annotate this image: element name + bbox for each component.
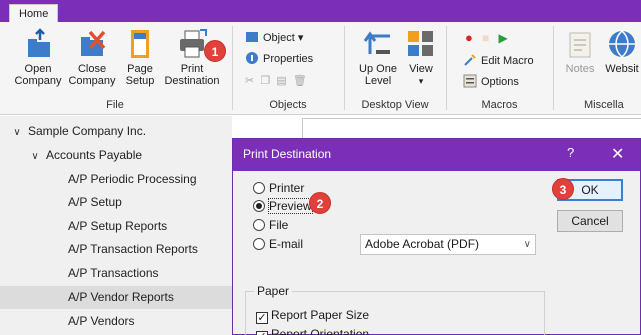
record-icon[interactable]: ●: [465, 30, 473, 45]
page-setup-icon: [124, 28, 156, 60]
view-button[interactable]: View ▾: [403, 28, 439, 87]
chevron-down-icon: ▾: [418, 76, 424, 86]
chevron-down-icon[interactable]: ∨: [12, 121, 22, 144]
step-badge-3: 3: [552, 178, 574, 200]
macros-group-label: Macros: [481, 99, 518, 111]
notes-button[interactable]: Notes: [562, 28, 598, 75]
objects-group: Object ▾ Properties ✂ ❐ ▤ 🗑 Objects: [233, 22, 343, 115]
radio-preview[interactable]: Preview: [253, 197, 313, 215]
dialog-title: Print Destination: [243, 147, 332, 161]
properties-icon: [245, 51, 259, 65]
checkmark-icon: ✓: [256, 331, 268, 335]
stop-icon[interactable]: ■: [482, 31, 489, 45]
tab-home[interactable]: Home: [9, 4, 59, 23]
macro-controls: ● ■ ▶: [465, 29, 508, 47]
view-grid-icon: [405, 28, 437, 60]
close-company-button[interactable]: Close Company: [66, 28, 118, 87]
tree-item[interactable]: A/P Setup Reports: [0, 215, 232, 238]
help-icon[interactable]: ?: [567, 145, 574, 160]
tree-item-company[interactable]: ∨ Sample Company Inc.: [0, 120, 232, 143]
navigation-tree: ∨ Sample Company Inc. ∨ Accounts Payable A…: [0, 116, 232, 335]
copy-icon[interactable]: ❐: [260, 75, 270, 87]
macro-options-button[interactable]: Options: [463, 73, 519, 91]
notes-icon: [564, 28, 596, 60]
radio-file[interactable]: File: [253, 216, 288, 234]
print-destination-dialog: Print Destination ? ✕ Printer Preview Fi…: [232, 138, 641, 335]
object-edit-tools: ✂ ❐ ▤ 🗑: [245, 72, 307, 90]
step-badge-1: 1: [204, 40, 226, 62]
radio-circle: [253, 238, 265, 250]
step-badge-2: 2: [309, 192, 331, 214]
document-tab-strip: [302, 118, 641, 138]
email-format-select[interactable]: Adobe Acrobat (PDF) ∨: [360, 234, 536, 255]
cut-icon[interactable]: ✂: [245, 75, 254, 87]
tree-item[interactable]: A/P Periodic Processing: [0, 168, 232, 191]
object-icon: [245, 30, 259, 44]
tree-item[interactable]: A/P Transactions: [0, 262, 232, 285]
tree-item[interactable]: A/P Transaction Reports: [0, 238, 232, 261]
close-company-icon: [76, 28, 108, 60]
object-button[interactable]: Object ▾: [245, 29, 303, 47]
radio-circle-selected: [253, 200, 265, 212]
desktop-view-group-label: Desktop View: [361, 99, 429, 111]
paper-group-label: Paper: [254, 284, 293, 298]
tree-item[interactable]: A/P Vendors: [0, 310, 232, 333]
paste-icon[interactable]: ▤: [276, 75, 286, 87]
tree-item[interactable]: A/P Setup: [0, 191, 232, 214]
radio-circle: [253, 182, 265, 194]
report-paper-size-checkbox[interactable]: ✓ Report Paper Size: [256, 306, 369, 324]
desktop-view-group: Up One Level View ▾ Desktop View: [345, 22, 445, 115]
checkmark-icon: ✓: [256, 312, 268, 324]
open-company-icon: [22, 28, 54, 60]
chevron-down-icon[interactable]: ∨: [30, 145, 40, 168]
radio-circle: [253, 219, 265, 231]
close-icon[interactable]: ✕: [611, 144, 624, 164]
tree-item-selected[interactable]: A/P Vendor Reports: [0, 286, 232, 309]
file-group-label: File: [106, 99, 124, 111]
title-bar: Home: [0, 0, 641, 23]
cancel-button[interactable]: Cancel: [557, 210, 623, 232]
paper-group: Paper ✓Report Paper Size ✓Report Orienta…: [245, 284, 545, 335]
printer-icon: [176, 28, 208, 60]
chevron-down-icon: ∨: [523, 239, 531, 250]
properties-button[interactable]: Properties: [245, 50, 313, 68]
edit-macro-button[interactable]: Edit Macro: [463, 52, 534, 70]
website-button[interactable]: Websit: [602, 28, 641, 75]
miscellaneous-group: Notes Websit Miscella: [554, 22, 641, 115]
page-setup-button[interactable]: Page Setup: [120, 28, 160, 87]
file-group: Open Company Close Company Page Setup Pr…: [0, 22, 230, 115]
open-company-button[interactable]: Open Company: [12, 28, 64, 87]
play-icon[interactable]: ▶: [498, 31, 507, 45]
radio-email[interactable]: E-mail: [253, 235, 303, 253]
edit-macro-icon: [463, 53, 477, 67]
radio-printer[interactable]: Printer: [253, 179, 304, 197]
globe-icon: [606, 28, 638, 60]
delete-icon[interactable]: 🗑: [293, 75, 307, 87]
report-orientation-checkbox[interactable]: ✓Report Orientation: [256, 325, 369, 335]
tree-item-accounts-payable[interactable]: ∨ Accounts Payable: [0, 144, 232, 167]
ribbon: Open Company Close Company Page Setup Pr…: [0, 22, 641, 115]
chevron-down-icon: ▾: [297, 32, 304, 44]
miscellaneous-group-label: Miscella: [584, 99, 624, 111]
dialog-title-bar: Print Destination ? ✕: [233, 139, 640, 171]
objects-group-label: Objects: [269, 99, 307, 111]
options-icon: [463, 74, 477, 88]
macros-group: ● ■ ▶ Edit Macro Options Macros: [447, 22, 552, 115]
up-arrow-icon: [362, 28, 394, 60]
up-one-level-button[interactable]: Up One Level: [355, 28, 401, 87]
